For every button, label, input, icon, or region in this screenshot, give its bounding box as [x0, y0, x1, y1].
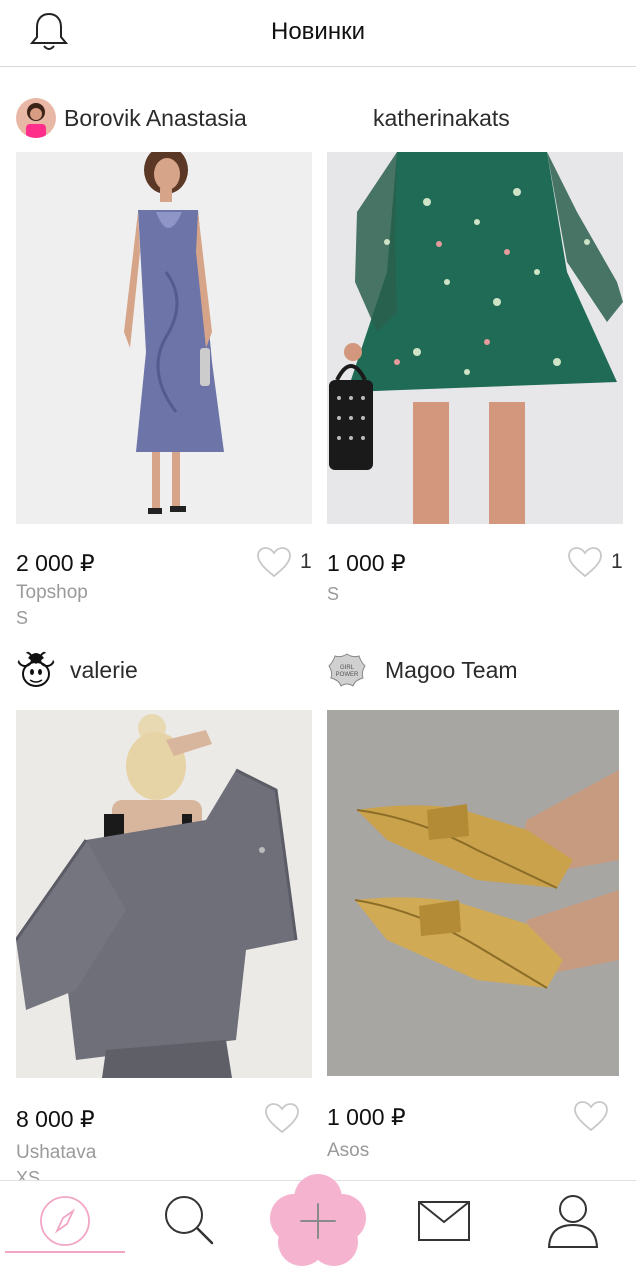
price: 8 000 ₽ [16, 1106, 95, 1132]
seller-row[interactable]: valerie [16, 648, 138, 692]
product-card[interactable]: Borovik Anastasia 2 000 ₽ Topshop S 1 [16, 96, 312, 636]
like-button[interactable] [264, 1102, 300, 1134]
tab-discover[interactable] [10, 1181, 120, 1261]
heart-icon[interactable] [256, 546, 292, 578]
price: 1 000 ₽ [327, 550, 406, 576]
heart-icon[interactable] [264, 1102, 300, 1134]
product-card[interactable]: valerie 8 000 ₽ Ushatava XS [16, 648, 312, 1188]
product-card[interactable]: GIRL POWER Magoo Team 1 000 ₽ Asos [327, 648, 623, 1180]
seller-row[interactable]: GIRL POWER Magoo Team [327, 648, 518, 692]
product-card[interactable]: katherinakats 1 000 ₽ S 1 [327, 96, 623, 636]
tab-profile[interactable] [518, 1181, 628, 1261]
product-photo[interactable] [327, 710, 623, 1076]
avatar[interactable] [16, 98, 56, 138]
app-header: Новинки [0, 0, 636, 67]
tab-search[interactable] [135, 1181, 245, 1261]
page-title: Новинки [271, 18, 365, 45]
svg-text:GIRL: GIRL [340, 665, 355, 671]
product-photo[interactable] [16, 710, 312, 1078]
seller-name[interactable]: katherinakats [373, 105, 510, 132]
like-count: 1 [611, 550, 623, 573]
brand: Topshop [16, 582, 88, 603]
like-button[interactable] [573, 1100, 609, 1132]
seller-row[interactable]: Borovik Anastasia [16, 96, 247, 140]
tab-messages[interactable] [389, 1181, 499, 1261]
seller-name[interactable]: valerie [70, 657, 138, 684]
like-button[interactable]: 1 [567, 546, 623, 578]
svg-text:POWER: POWER [336, 672, 359, 678]
seller-row[interactable]: katherinakats [373, 96, 510, 140]
brand: Asos [327, 1140, 370, 1161]
product-photo[interactable] [16, 152, 312, 524]
like-count: 1 [300, 550, 312, 573]
heart-icon[interactable] [567, 546, 603, 578]
heart-icon[interactable] [573, 1100, 609, 1132]
compass-icon[interactable] [38, 1194, 92, 1248]
seller-name[interactable]: Borovik Anastasia [64, 105, 247, 132]
seller-name[interactable]: Magoo Team [385, 657, 518, 684]
avatar[interactable]: GIRL POWER [327, 650, 367, 690]
price: 2 000 ₽ [16, 550, 95, 576]
avatar[interactable] [16, 650, 56, 690]
size: S [327, 584, 340, 604]
size: S [16, 608, 29, 628]
price: 1 000 ₽ [327, 1104, 406, 1130]
add-listing-button[interactable] [268, 1172, 368, 1268]
product-photo[interactable] [327, 152, 623, 524]
user-icon[interactable] [546, 1193, 600, 1249]
search-icon[interactable] [162, 1193, 218, 1249]
like-button[interactable]: 1 [256, 546, 312, 578]
brand: Ushatava [16, 1142, 97, 1163]
active-tab-indicator [5, 1251, 125, 1253]
envelope-icon[interactable] [417, 1200, 471, 1242]
